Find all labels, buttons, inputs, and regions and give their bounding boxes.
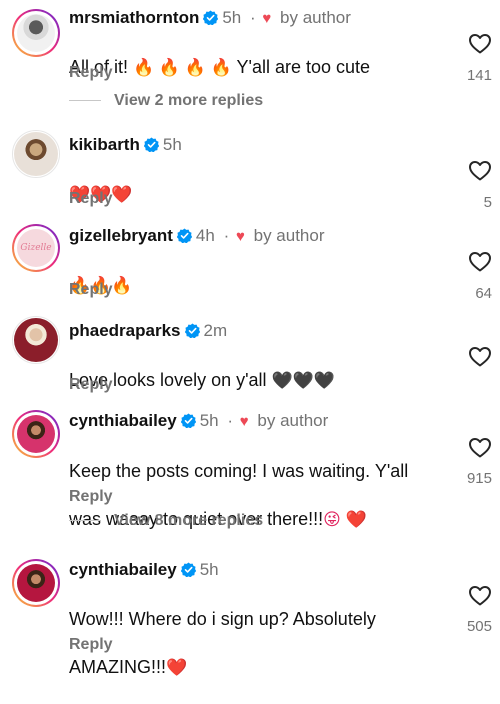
- verified-badge-icon: [176, 228, 192, 243]
- comment-item: mrsmiathornton 5h · ♥ by author All of it…: [0, 0, 500, 120]
- comment-time: 5h: [222, 8, 242, 27]
- heart-outline-icon[interactable]: [468, 345, 492, 367]
- heart-outline-icon[interactable]: [468, 159, 492, 181]
- like-count: 141: [466, 67, 492, 84]
- comment-time: 5h: [162, 135, 182, 154]
- username-link[interactable]: phaedraparks: [69, 321, 181, 340]
- heart-outline-icon[interactable]: [468, 250, 492, 272]
- red-heart-icon: ♥: [235, 228, 245, 245]
- username-link[interactable]: mrsmiathornton: [69, 8, 199, 27]
- comment-text: Wow!!! Where do i sign up? Absolutely AM…: [69, 609, 376, 677]
- avatar[interactable]: [12, 9, 60, 57]
- avatar[interactable]: Gizelle: [12, 224, 60, 272]
- reply-button[interactable]: Reply: [69, 488, 113, 506]
- separator: ·: [250, 8, 256, 27]
- red-heart-icon: ♥: [262, 10, 272, 27]
- view-replies-button[interactable]: View 2 more replies: [69, 92, 263, 110]
- author-label: by author: [280, 8, 351, 27]
- emoji-group: 😜 ❤️: [323, 510, 367, 529]
- comment-item: kikibarth 5h ❤️❤️❤️ Reply 5: [0, 128, 500, 218]
- heart-outline-icon[interactable]: [468, 32, 492, 54]
- verified-badge-icon: [180, 562, 196, 577]
- reply-button[interactable]: Reply: [69, 281, 113, 299]
- fire-emoji: 🔥 🔥 🔥 🔥: [133, 58, 232, 77]
- comment-time: 5h: [199, 411, 219, 430]
- author-label: by author: [257, 411, 329, 430]
- heart-outline-icon[interactable]: [468, 436, 492, 458]
- divider: [69, 520, 101, 522]
- verified-badge-icon: [143, 137, 159, 152]
- like-count: 5: [483, 194, 492, 211]
- like-count: 915: [466, 470, 492, 487]
- comment-time: 5h: [199, 560, 219, 579]
- comment-item: phaedraparks 2m Love looks lovely on y'al…: [0, 316, 500, 396]
- username-link[interactable]: gizellebryant: [69, 226, 173, 245]
- view-replies-button[interactable]: View 8 more replies: [69, 512, 263, 530]
- comment-item: Gizelle gizellebryant 4h · ♥ by author 🔥🔥…: [0, 222, 500, 312]
- reply-button[interactable]: Reply: [69, 636, 113, 654]
- username-link[interactable]: cynthiabailey: [69, 560, 177, 579]
- verified-badge-icon: [203, 10, 219, 25]
- comment-time: 4h: [195, 226, 215, 245]
- avatar[interactable]: [12, 559, 60, 607]
- separator: ·: [223, 226, 230, 245]
- avatar-logo-text: Gizelle: [20, 243, 52, 253]
- comment-header: gizellebryant 4h · ♥ by author: [69, 225, 325, 248]
- separator: ·: [227, 411, 234, 430]
- avatar[interactable]: [12, 410, 60, 458]
- black-heart-emoji: 🖤🖤🖤: [271, 371, 336, 390]
- author-label: by author: [253, 226, 325, 245]
- comment-item: cynthiabailey 5h · ♥ by author Keep the p…: [0, 408, 500, 533]
- reply-button[interactable]: Reply: [69, 376, 113, 394]
- comment-item: cynthiabailey 5h Wow!!! Where do i sign u…: [0, 557, 500, 677]
- verified-badge-icon: [180, 413, 196, 428]
- red-heart-icon: ♥: [239, 413, 249, 430]
- comment-header: phaedraparks 2m: [69, 320, 227, 342]
- comment-header: kikibarth 5h: [69, 134, 182, 156]
- verified-badge-icon: [184, 323, 200, 338]
- comment-header: cynthiabailey 5h · ♥ by author: [69, 410, 328, 433]
- divider: [69, 100, 101, 102]
- heart-outline-icon[interactable]: [468, 584, 492, 606]
- red-heart-emoji: ❤️: [166, 658, 188, 677]
- like-count: 505: [466, 618, 492, 635]
- reply-button[interactable]: Reply: [69, 64, 113, 82]
- comment-header: cynthiabailey 5h: [69, 559, 219, 581]
- comment-time: 2m: [203, 321, 228, 340]
- reply-button[interactable]: Reply: [69, 190, 113, 208]
- username-link[interactable]: kikibarth: [69, 135, 140, 154]
- avatar[interactable]: [12, 130, 60, 178]
- comment-text: All of it! 🔥 🔥 🔥 🔥 Y'all are too cute: [69, 57, 371, 77]
- avatar[interactable]: [12, 316, 60, 364]
- username-link[interactable]: cynthiabailey: [69, 411, 177, 430]
- like-count: 64: [475, 285, 492, 302]
- comment-text: Keep the posts coming! I was waiting. Y'…: [69, 461, 409, 529]
- comment-header: mrsmiathornton 5h · ♥ by author: [69, 7, 351, 30]
